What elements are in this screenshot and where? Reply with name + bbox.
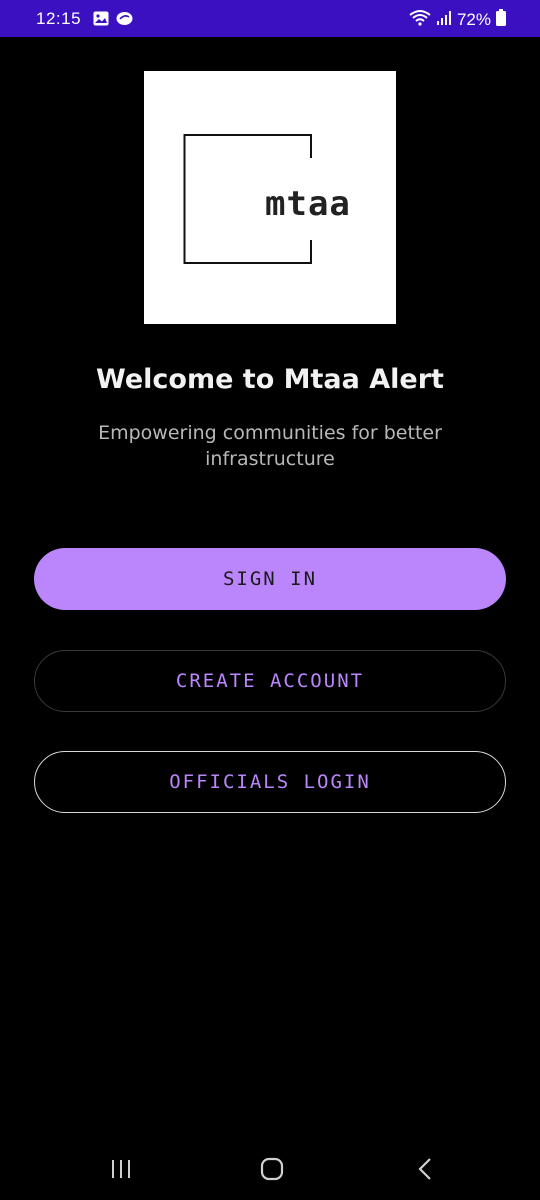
officials-login-button[interactable]: OFFICIALS LOGIN — [34, 751, 506, 813]
recent-apps-button[interactable] — [101, 1152, 141, 1186]
recent-apps-icon — [112, 1160, 130, 1178]
battery-icon — [496, 9, 506, 31]
back-icon — [418, 1158, 431, 1180]
battery-percentage: 72% — [456, 10, 491, 29]
navigation-bar — [0, 1130, 540, 1200]
home-icon — [260, 1157, 284, 1181]
welcome-title: Welcome to Mtaa Alert — [96, 364, 444, 395]
status-system-icons: 72% — [409, 9, 506, 31]
wifi-icon — [409, 9, 431, 31]
home-button[interactable] — [252, 1152, 292, 1186]
gallery-icon — [93, 11, 109, 31]
status-bar: 12:15 72% — [0, 0, 540, 37]
app-logo: mtaa — [144, 71, 396, 324]
status-time: 12:15 — [36, 9, 82, 28]
sign-in-button[interactable]: SIGN IN — [34, 548, 506, 610]
screen: 12:15 72% mtaa Welcome to Mtaa Alert Emp… — [0, 0, 540, 1200]
back-button[interactable] — [405, 1152, 445, 1186]
status-notification-icons — [93, 11, 133, 31]
signal-icon — [436, 10, 452, 31]
welcome-subtitle: Empowering communities for better infras… — [98, 422, 442, 470]
create-account-button[interactable]: CREATE ACCOUNT — [34, 650, 506, 712]
logo-text: mtaa — [265, 184, 351, 224]
cloud-icon — [116, 11, 133, 31]
